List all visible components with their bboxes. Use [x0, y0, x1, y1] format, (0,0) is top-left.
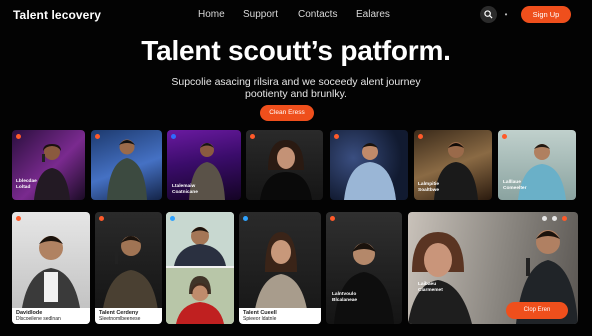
singer-photo — [260, 140, 312, 200]
badge-dot — [171, 134, 176, 139]
caption-subtitle: Dlscoeilene sedlnan — [16, 316, 61, 322]
card-tag: Ltalemaiw Coatnicane — [172, 184, 198, 195]
signup-button[interactable]: Sign Up — [521, 6, 571, 23]
talent-card[interactable] — [246, 130, 323, 200]
caption-subtitle: Spieeor ldatnle — [243, 316, 277, 322]
card-tag: Lalmpitie Soaltbwe — [418, 182, 440, 193]
hero-subtitle: Supcolie asacing rilsira and we soceedy … — [171, 76, 421, 100]
card-tag: Laibaeu Clarmemet — [418, 282, 443, 293]
talent-card[interactable] — [330, 130, 408, 200]
badge-dot — [170, 216, 175, 221]
badge-dot — [16, 216, 21, 221]
card-caption: Talent Cueell Spieeor ldatnle — [239, 308, 321, 324]
hero-cta-button[interactable]: Clean Eress — [260, 105, 314, 121]
talent-card[interactable]: Lblecdae Loltad — [12, 130, 85, 200]
badge-dot — [243, 216, 248, 221]
nav-link-home[interactable]: Home — [198, 9, 225, 20]
featured-cta-button[interactable]: Clop Eren — [506, 302, 568, 319]
badge-dot — [502, 134, 507, 139]
talent-card[interactable]: Talent Cerdeny Sleetnomlbeenese — [95, 212, 162, 324]
hero-title: Talent scoutt’s patform. — [141, 35, 451, 66]
card-caption: Davidlode Dlscoeilene sedlnan — [12, 308, 90, 324]
talent-photo — [166, 212, 234, 324]
badge-dot — [95, 134, 100, 139]
badge-dot — [250, 134, 255, 139]
badge-dot — [16, 134, 21, 139]
card-tag: Lblecdae Loltad — [16, 179, 37, 190]
badge-dot — [562, 216, 567, 221]
talent-card[interactable] — [166, 212, 234, 324]
card-tag: Lalllaue Comeelter — [503, 180, 527, 191]
search-button[interactable] — [480, 6, 497, 23]
badge-dot — [418, 134, 423, 139]
share-icon[interactable] — [542, 216, 547, 221]
talent-card[interactable]: Lalllaue Comeelter — [498, 130, 576, 200]
badge-dot — [330, 216, 335, 221]
singer-photo — [344, 143, 396, 200]
nav-link-features[interactable]: Ealares — [356, 9, 390, 20]
talent-card[interactable]: Davidlode Dlscoeilene sedlnan — [12, 212, 90, 324]
more-options-icon[interactable]: • — [501, 8, 511, 21]
search-icon — [484, 10, 493, 19]
featured-talent-card[interactable]: Laibaeu Clarmemet Clop Eren — [408, 212, 578, 324]
talent-photo — [334, 243, 394, 324]
talent-card[interactable]: Lalntvoulo Blcalaneae — [326, 212, 402, 324]
talent-card[interactable]: Ltalemaiw Coatnicane — [167, 130, 241, 200]
card-tag: Lalntvoulo Blcalaneae — [332, 292, 358, 303]
nav-link-support[interactable]: Support — [243, 9, 278, 20]
like-icon[interactable] — [552, 216, 557, 221]
talent-card[interactable]: Talent Cueell Spieeor ldatnle — [239, 212, 321, 324]
badge-dot — [99, 216, 104, 221]
nav-link-contacts[interactable]: Contacts — [298, 9, 337, 20]
top-navbar: Talent lecovery Home Support Contacts Ea… — [0, 0, 592, 30]
badge-dot — [334, 134, 339, 139]
card-caption: Talent Cerdeny Sleetnomlbeenese — [95, 308, 162, 324]
singer-photo — [107, 139, 147, 200]
talent-card[interactable] — [91, 130, 162, 200]
brand-logo[interactable]: Talent lecovery — [13, 8, 101, 22]
caption-subtitle: Sleetnomlbeenese — [99, 316, 141, 322]
talent-card[interactable]: Lalmpitie Soaltbwe — [414, 130, 492, 200]
